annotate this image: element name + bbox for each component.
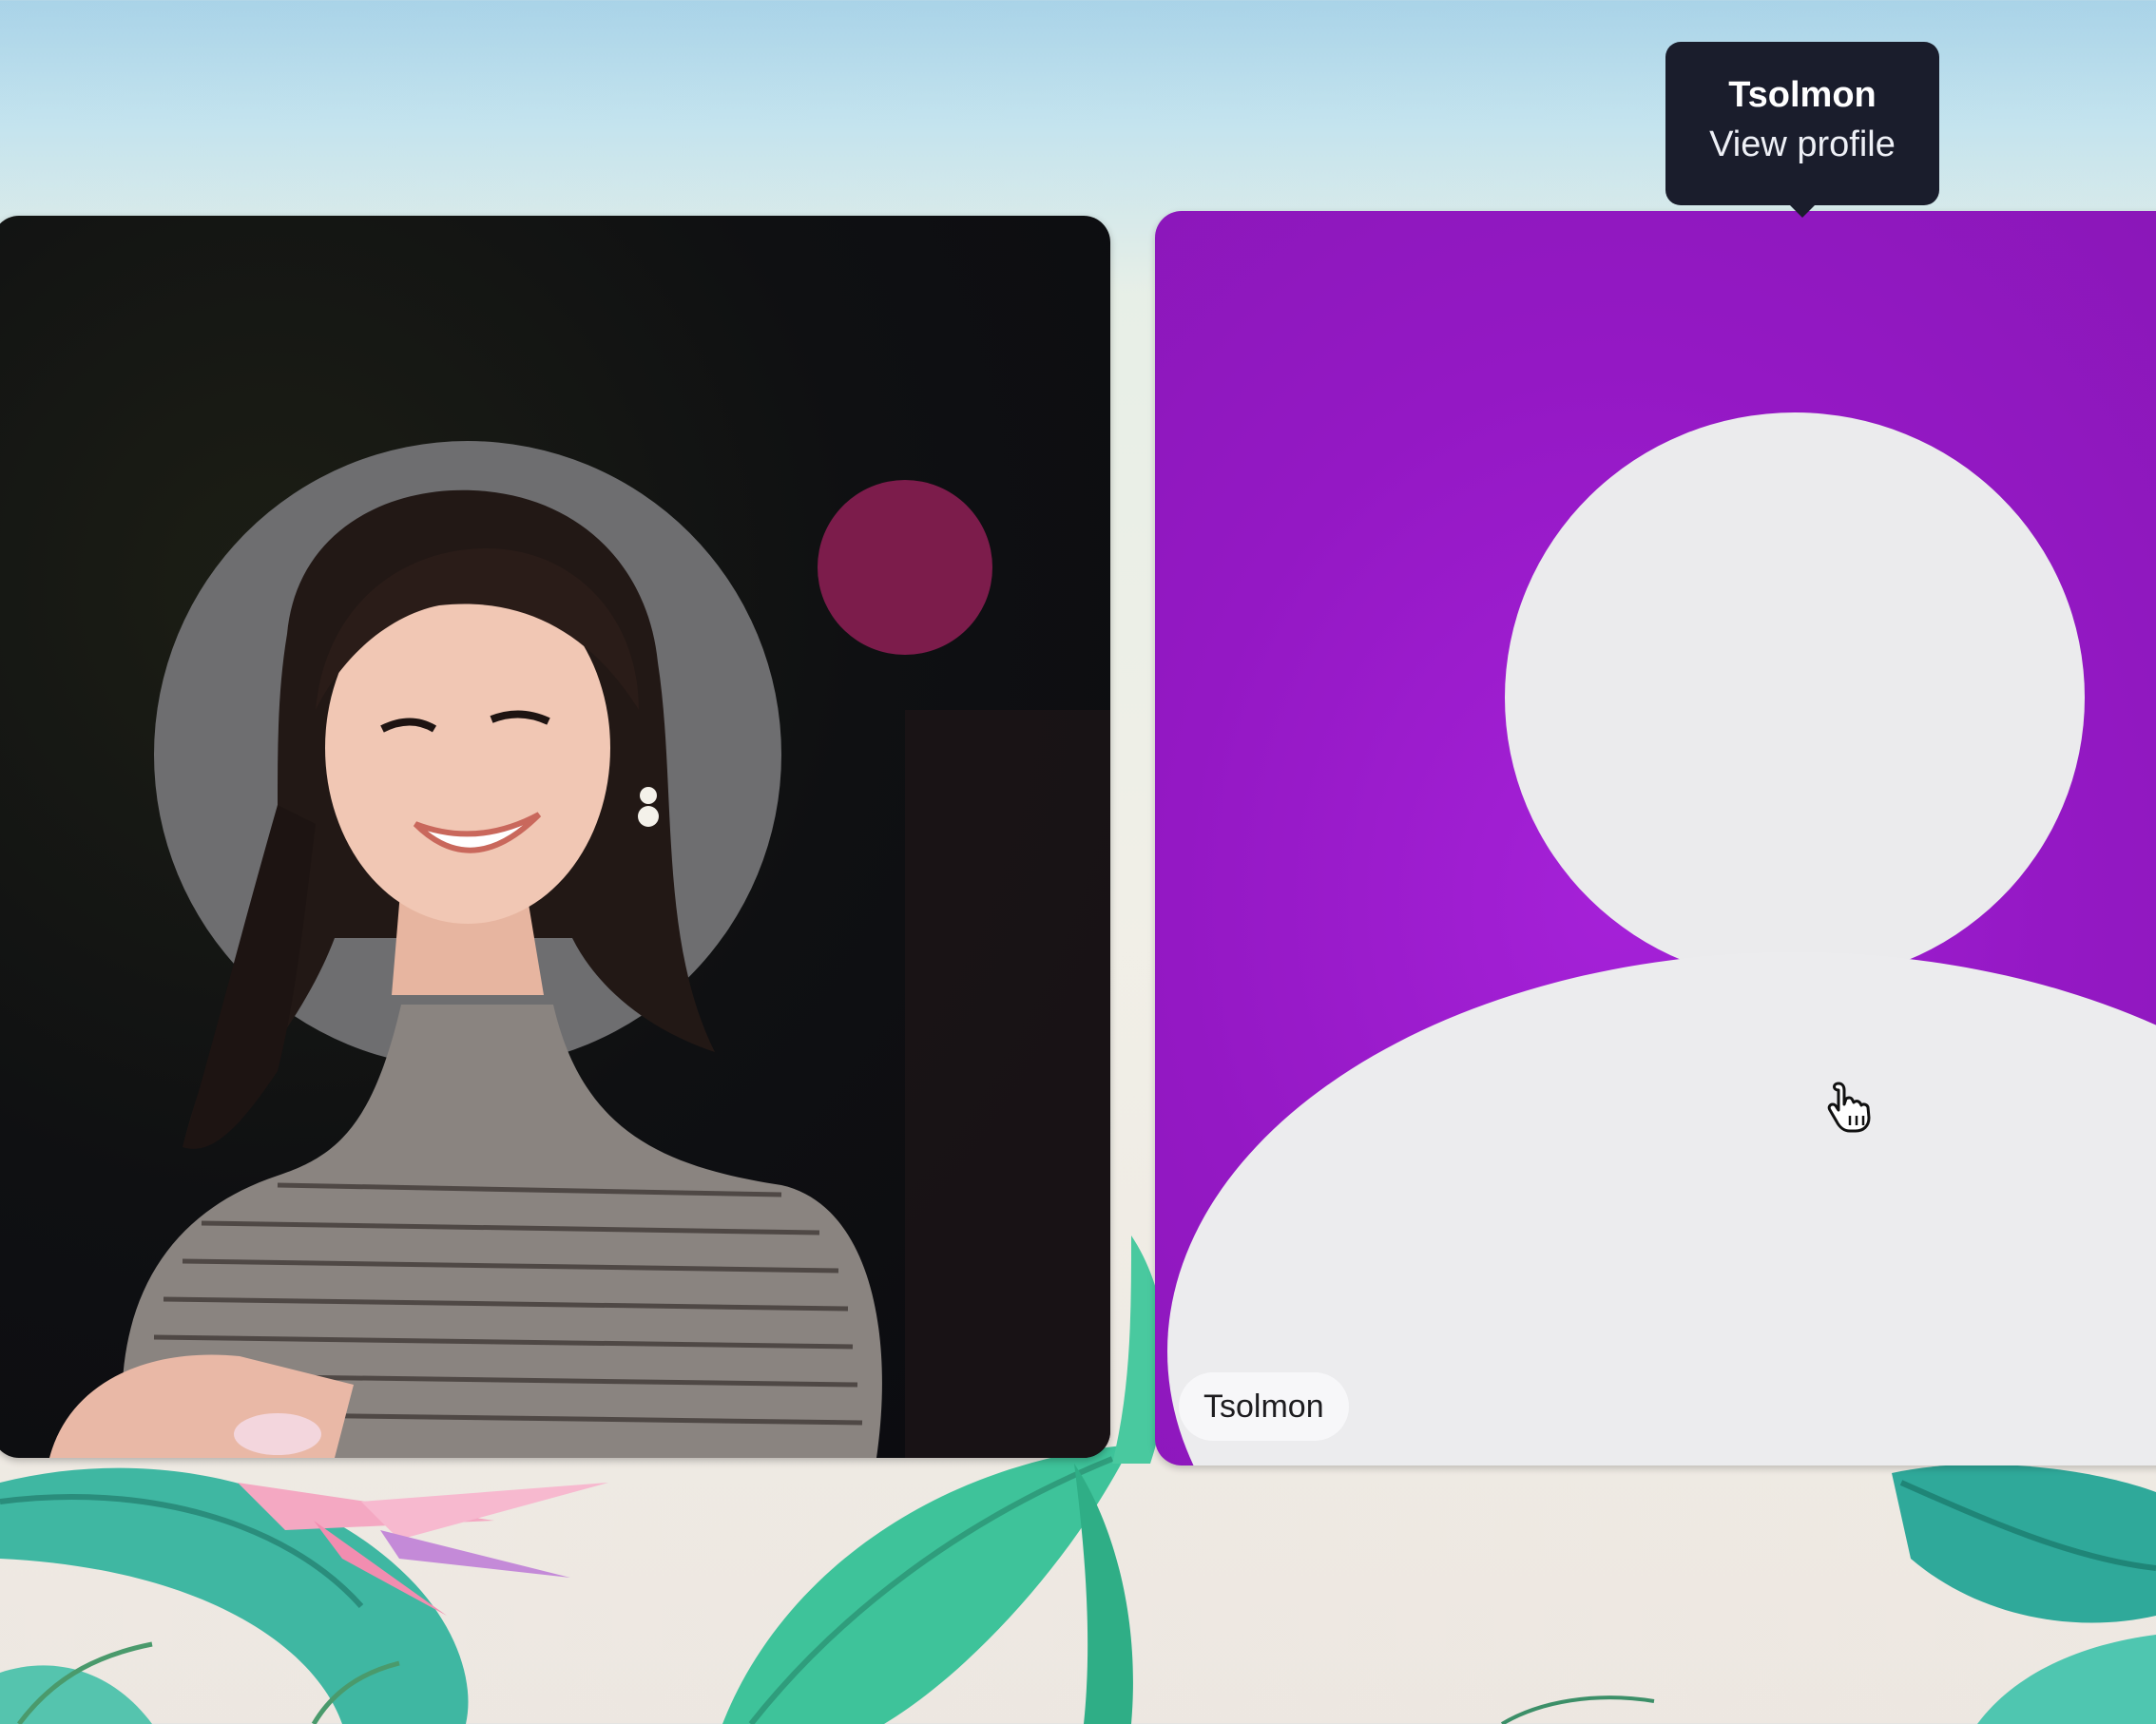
hand-pointer-icon [1827, 1082, 1871, 1133]
video-tile-participant[interactable] [0, 216, 1110, 1458]
participant-name-label: Tsolmon [1203, 1389, 1324, 1425]
view-profile-link[interactable]: View profile [1665, 118, 1939, 171]
profile-tooltip[interactable]: Tsolmon View profile [1665, 42, 1939, 218]
participant-name-tag: Tsolmon [1179, 1372, 1349, 1441]
tooltip-participant-name: Tsolmon [1728, 75, 1877, 115]
participant-video-feed [49, 441, 1110, 1458]
decorative-dot [818, 480, 992, 655]
person-silhouette-icon [1167, 412, 2156, 1465]
video-tile-tsolmon[interactable] [1155, 211, 2156, 1465]
